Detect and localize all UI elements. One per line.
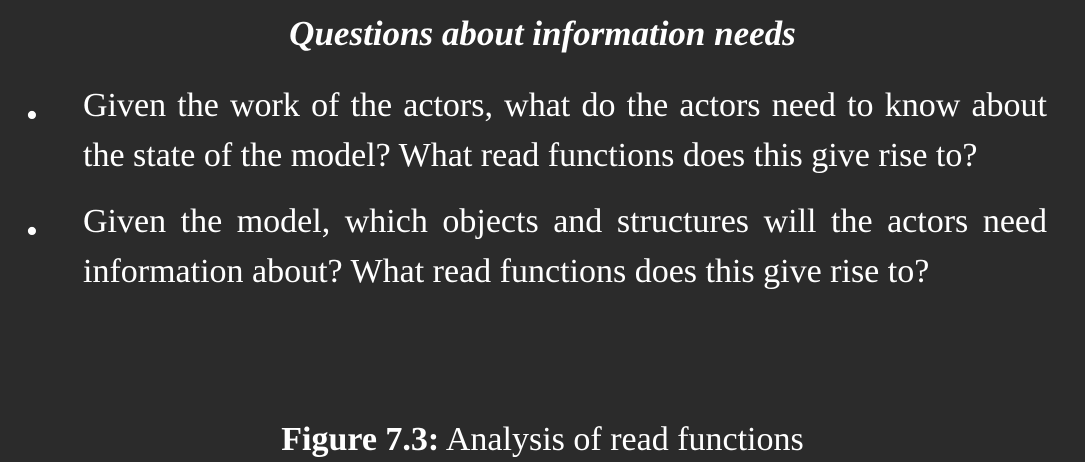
list-item: • Given the work of the actors, what do …: [0, 81, 1047, 181]
list-item: • Given the model, which objects and str…: [0, 197, 1047, 297]
bullet-icon: •: [26, 213, 38, 250]
heading: Questions about information needs: [289, 14, 796, 53]
list-item-text: Given the model, which objects and struc…: [83, 203, 1047, 290]
figure-caption: Figure 7.3: Analysis of read functions: [0, 418, 1085, 462]
list-item-text: Given the work of the actors, what do th…: [83, 87, 1047, 174]
caption-label: Figure 7.3:: [281, 421, 440, 458]
question-list: • Given the work of the actors, what do …: [0, 81, 1085, 313]
figure-page: Questions about information needs • Give…: [0, 0, 1085, 462]
caption-text: Analysis of read functions: [439, 421, 804, 458]
bullet-icon: •: [26, 97, 38, 134]
